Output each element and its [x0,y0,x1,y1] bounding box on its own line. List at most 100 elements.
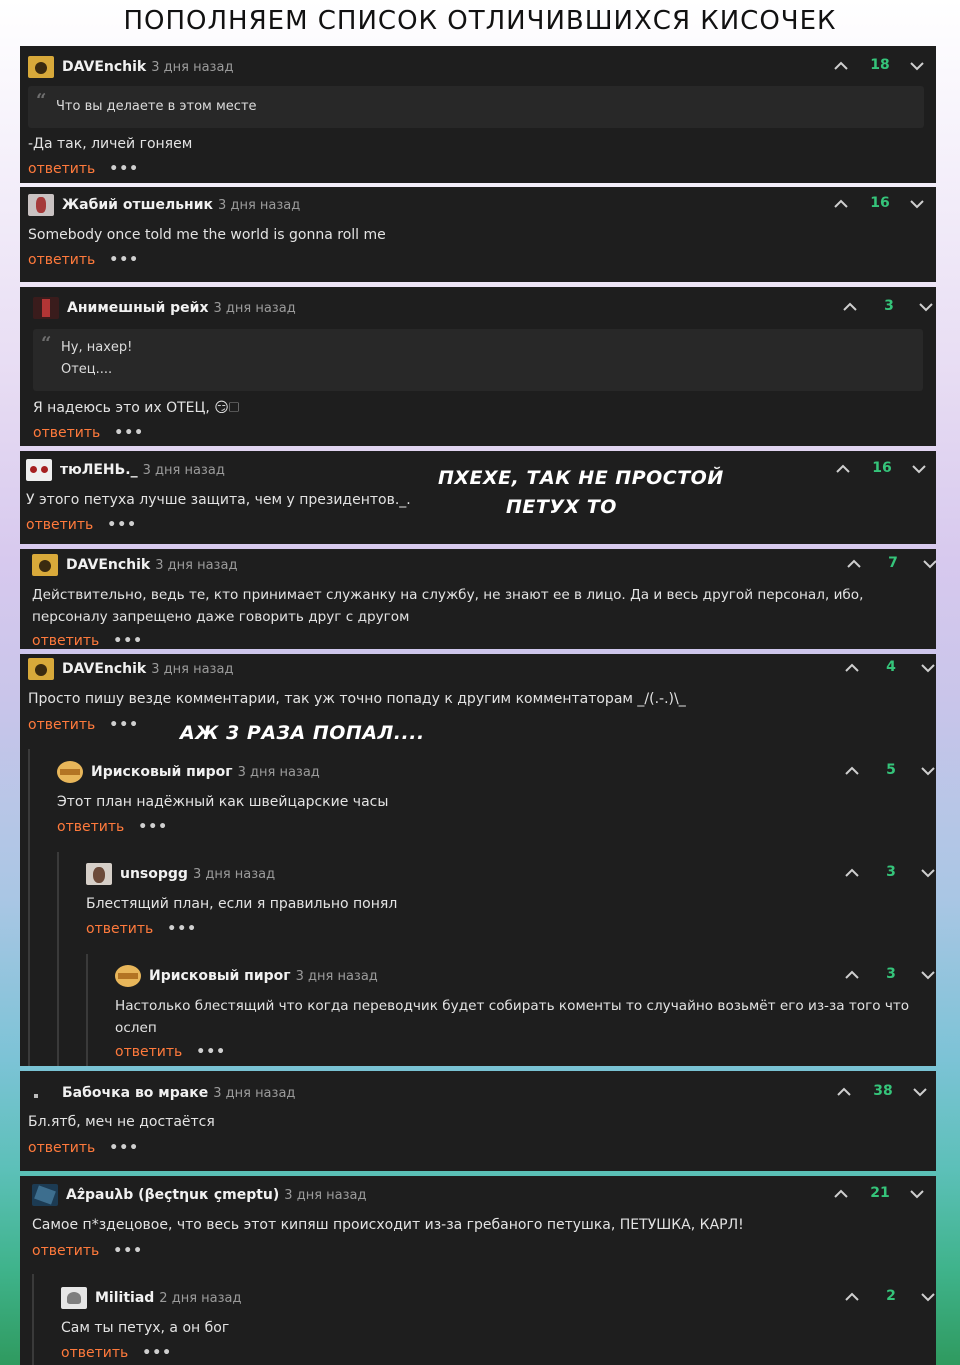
chevron-up-icon[interactable] [843,1288,861,1306]
annotation-note: АЖ 3 РАЗА ПОПАЛ.... [180,722,425,744]
chevron-down-icon[interactable] [919,966,936,984]
more-options-button[interactable]: ••• [113,1243,143,1259]
comment-time: 3 дня назад [213,1085,296,1101]
comment-card: DAVEnchik 3 дня назад 7 Действительно, в… [20,549,936,649]
chevron-down-icon[interactable] [917,298,935,316]
comment-author[interactable]: Жабий отшельник [62,197,213,213]
more-options-button[interactable]: ••• [138,819,168,835]
thread-line [32,1274,34,1365]
comment-score: 16 [872,460,892,476]
reply-button[interactable]: ответить [33,425,100,441]
avatar[interactable] [61,1287,87,1309]
comment-author[interactable]: Бабочка во мраке [62,1085,208,1101]
comment-score: 4 [886,659,896,675]
comment-author[interactable]: Ирисковый пирог [149,968,291,984]
comment-time: 3 дня назад [151,59,234,75]
chevron-up-icon[interactable] [841,298,859,316]
avatar[interactable] [28,56,54,78]
reply-button[interactable]: ответить [26,517,93,533]
avatar[interactable] [115,965,141,987]
more-options-button[interactable]: ••• [113,633,143,649]
avatar[interactable] [32,554,58,576]
avatar[interactable] [57,761,83,783]
chevron-down-icon[interactable] [910,460,928,478]
chevron-up-icon[interactable] [845,555,863,573]
more-options-button[interactable]: ••• [167,921,197,937]
comment-author[interactable]: DAVEnchik [62,59,146,75]
reply-button[interactable]: ответить [32,1243,99,1259]
chevron-down-icon[interactable] [908,57,926,75]
comment-time: 2 дня назад [159,1290,242,1306]
reply-button[interactable]: ответить [28,717,95,733]
more-options-button[interactable]: ••• [109,717,139,733]
chevron-up-icon[interactable] [843,966,861,984]
comment-score: 16 [870,195,890,211]
comment-time: 3 дня назад [218,197,301,213]
comment-text: Сам ты петух, а он бог [61,1320,230,1336]
comment-card: DAVEnchik 3 дня назад 18 “ Что вы делает… [20,46,936,183]
avatar[interactable] [28,1082,54,1104]
avatar[interactable] [28,658,54,680]
comment-author[interactable]: Ирисковый пирог [91,764,233,780]
avatar[interactable] [86,863,112,885]
vote-control: 3 [843,862,936,886]
comment-text: Бл.ятб, меч не достаётся [28,1114,215,1130]
more-options-button[interactable]: ••• [114,425,144,441]
avatar[interactable] [28,194,54,216]
comment-author[interactable]: DAVEnchik [62,661,146,677]
comment-author[interactable]: Анимешный рейх [67,300,209,316]
reply-button[interactable]: ответить [32,633,99,649]
reply-button[interactable]: ответить [28,1140,95,1156]
avatar[interactable] [32,1184,58,1206]
chevron-down-icon[interactable] [908,1185,926,1203]
comment-score: 21 [870,1185,890,1201]
comment-author[interactable]: Aẑpauλb (βeçtηuκ çmeptu) [66,1187,279,1203]
chevron-up-icon[interactable] [832,57,850,75]
more-options-button[interactable]: ••• [109,1140,139,1156]
chevron-up-icon[interactable] [834,460,852,478]
comment-text: У этого петуха лучше защита, чем у прези… [26,492,411,508]
comment-author[interactable]: Militiad [95,1290,154,1306]
reply-button[interactable]: ответить [57,819,124,835]
thread-line [57,852,59,1066]
more-options-button[interactable]: ••• [107,517,137,533]
comment-score: 3 [886,864,896,880]
reply-button[interactable]: ответить [28,252,95,268]
comment-card: Жабий отшельник 3 дня назад 16 Somebody … [20,187,936,282]
comment-score: 18 [870,57,890,73]
avatar[interactable] [26,459,52,481]
comment-text: Somebody once told me the world is gonna… [28,227,386,243]
chevron-up-icon[interactable] [843,762,861,780]
more-options-button[interactable]: ••• [196,1044,226,1060]
chevron-down-icon[interactable] [919,762,936,780]
reply-button[interactable]: ответить [28,161,95,177]
chevron-down-icon[interactable] [908,195,926,213]
comment-author[interactable]: DAVEnchik [66,557,150,573]
chevron-up-icon[interactable] [843,659,861,677]
comment-card: тюЛЕНЬ._ 3 дня назад 16 У этого петуха л… [20,451,936,544]
comment-time: 3 дня назад [151,661,234,677]
comment-author[interactable]: unsopgg [120,866,188,882]
chevron-down-icon[interactable] [919,1288,936,1306]
chevron-up-icon[interactable] [832,195,850,213]
chevron-up-icon[interactable] [843,864,861,882]
comment-text: Я надеюсь это их ОТЕЦ, 😏🗆 [33,400,240,416]
annotation-note: ПЕТУХ ТО [506,496,617,518]
more-options-button[interactable]: ••• [142,1345,172,1361]
reply-button[interactable]: ответить [61,1345,128,1361]
chevron-down-icon[interactable] [919,864,936,882]
chevron-up-icon[interactable] [835,1083,853,1101]
chevron-up-icon[interactable] [832,1185,850,1203]
avatar[interactable] [33,297,59,319]
vote-control: 4 [843,657,936,681]
chevron-down-icon[interactable] [921,555,936,573]
comment-author[interactable]: тюЛЕНЬ._ [60,462,138,478]
more-options-button[interactable]: ••• [109,161,139,177]
chevron-down-icon[interactable] [919,659,936,677]
comment-time: 3 дня назад [192,866,276,882]
reply-button[interactable]: ответить [86,921,153,937]
reply-button[interactable]: ответить [115,1044,182,1060]
chevron-down-icon[interactable] [911,1083,929,1101]
more-options-button[interactable]: ••• [109,252,139,268]
vote-control: 7 [845,553,936,577]
